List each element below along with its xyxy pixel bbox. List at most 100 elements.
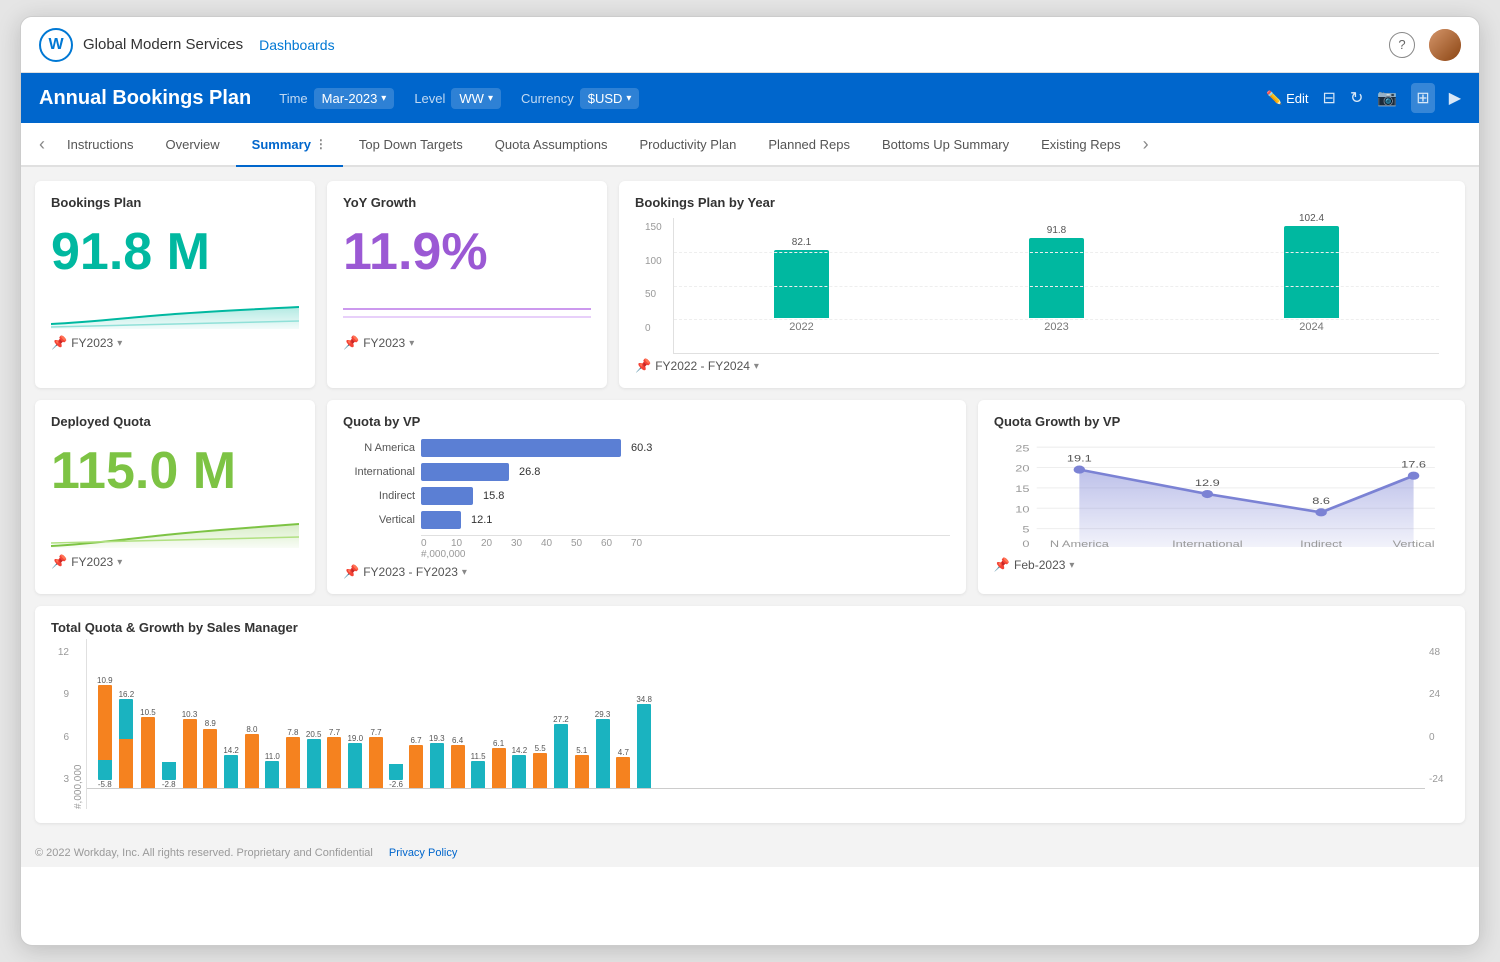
filter-chevron-icon3: ▾ <box>754 361 759 372</box>
bar-group-11b: 19.3 <box>429 734 445 789</box>
header-bar: Annual Bookings Plan Time Mar-2023 ▾ Lev… <box>21 73 1479 123</box>
bar-group-10: 7.7 <box>369 728 383 789</box>
bookings-by-year-chart: 150 100 50 0 82.1 <box>635 214 1449 354</box>
bar-group-6b: 14.2 <box>223 746 239 789</box>
quota-growth-card: Quota Growth by VP <box>978 400 1465 594</box>
level-value[interactable]: WW ▾ <box>451 88 501 109</box>
edit-pencil-icon: ✏️ <box>1266 90 1282 106</box>
total-quota-chart-wrapper: 12 9 6 3 #,000,000 10.9 <box>51 639 1449 809</box>
bar-group-11: 6.7 <box>409 736 423 789</box>
x-axis-unit: #,000,000 <box>421 549 950 560</box>
svg-text:19.1: 19.1 <box>1067 454 1092 464</box>
filter-icon[interactable]: ⊟ <box>1323 88 1336 108</box>
svg-text:17.6: 17.6 <box>1401 460 1426 470</box>
camera-icon[interactable]: 📷 <box>1377 88 1397 108</box>
time-chevron-icon: ▾ <box>381 93 386 104</box>
bookings-plan-filter[interactable]: 📌 FY2023 ▾ <box>51 335 299 351</box>
y-right-axis: 48 24 0 -24 <box>1425 639 1449 809</box>
bookings-plan-title: Bookings Plan <box>51 195 299 210</box>
bar-group-8: 7.8 <box>286 728 300 789</box>
bookings-by-year-title: Bookings Plan by Year <box>635 195 1449 210</box>
filter-chevron-icon4: ▾ <box>117 557 122 568</box>
deployed-quota-value: 115.0 M <box>51 433 299 508</box>
currency-chevron-icon: ▾ <box>626 93 631 104</box>
tab-next-arrow[interactable]: › <box>1137 134 1155 155</box>
bar-2023: 91.8 2023 <box>1029 225 1084 333</box>
y-left-unit: #,000,000 <box>73 639 84 809</box>
svg-text:25: 25 <box>1015 444 1029 454</box>
tab-existing-reps[interactable]: Existing Reps <box>1025 123 1136 167</box>
quota-by-vp-chart: N America 60.3 International 26.8 Indire… <box>343 433 950 560</box>
help-icon[interactable]: ? <box>1389 32 1415 58</box>
tab-instructions[interactable]: Instructions <box>51 123 149 167</box>
filter-pin-icon: 📌 <box>51 335 67 351</box>
tab-menu-icon[interactable]: ⋮ <box>315 137 327 151</box>
workday-logo: W <box>39 28 73 62</box>
deployed-quota-filter[interactable]: 📌 FY2023 ▾ <box>51 554 299 570</box>
tab-overview[interactable]: Overview <box>149 123 235 167</box>
bar-group-12b: 11.5 <box>471 752 486 789</box>
dashboards-link[interactable]: Dashboards <box>259 37 335 53</box>
bar-group-1: 10.9 -5.8 <box>97 676 113 789</box>
filter-chevron-icon2: ▾ <box>409 338 414 349</box>
tab-quota-assumptions[interactable]: Quota Assumptions <box>479 123 624 167</box>
quota-by-vp-filter[interactable]: 📌 FY2023 - FY2023 ▾ <box>343 564 950 580</box>
svg-text:8.6: 8.6 <box>1312 497 1330 507</box>
y-axis-labels: 150 100 50 0 <box>645 218 673 354</box>
quota-growth-filter[interactable]: 📌 Feb-2023 ▾ <box>994 557 1449 573</box>
grid-icon[interactable]: ⊞ <box>1411 83 1434 113</box>
tab-prev-arrow[interactable]: ‹ <box>33 134 51 155</box>
header-actions: ✏️ Edit ⊟ ↻ 📷 ⊞ ▶ <box>1266 83 1461 113</box>
tab-top-down[interactable]: Top Down Targets <box>343 123 479 167</box>
bar-group-5: 10.3 <box>182 710 198 789</box>
filter-pin-icon3: 📌 <box>635 358 651 374</box>
bar-group-14: 5.5 <box>533 744 547 789</box>
time-value[interactable]: Mar-2023 ▾ <box>314 88 395 109</box>
svg-text:20: 20 <box>1015 464 1029 474</box>
total-quota-card: Total Quota & Growth by Sales Manager 12… <box>35 606 1465 823</box>
svg-text:N America: N America <box>1050 540 1110 549</box>
nav-right: ? <box>1389 29 1461 61</box>
company-name: Global Modern Services <box>83 36 243 53</box>
bar-group-9b: 19.0 <box>347 734 363 789</box>
row-2: Deployed Quota 115.0 M <box>35 400 1465 594</box>
svg-text:15: 15 <box>1015 485 1029 495</box>
bar-group-8b: 20.5 <box>306 730 322 789</box>
tab-summary[interactable]: Summary ⋮ <box>236 123 343 167</box>
yoy-growth-card: YoY Growth 11.9% <box>327 181 607 388</box>
bar-groups: 82.1 2022 91.8 2023 102.4 2024 <box>673 218 1439 354</box>
level-chevron-icon: ▾ <box>488 93 493 104</box>
refresh-icon[interactable]: ↻ <box>1350 88 1363 108</box>
filter-pin-icon4: 📌 <box>51 554 67 570</box>
svg-text:0: 0 <box>1022 540 1029 549</box>
tab-bottoms-up[interactable]: Bottoms Up Summary <box>866 123 1025 167</box>
svg-text:5: 5 <box>1022 525 1029 535</box>
tab-planned-reps[interactable]: Planned Reps <box>752 123 866 167</box>
film-icon[interactable]: ▶ <box>1449 88 1461 108</box>
tab-productivity[interactable]: Productivity Plan <box>623 123 752 167</box>
row-1: Bookings Plan 91.8 M <box>35 181 1465 388</box>
avatar[interactable] <box>1429 29 1461 61</box>
quota-growth-chart: 25 20 15 10 5 0 <box>994 433 1449 553</box>
bar-group-7: 8.0 <box>245 725 259 789</box>
svg-text:Vertical: Vertical <box>1392 540 1434 549</box>
deployed-quota-card: Deployed Quota 115.0 M <box>35 400 315 594</box>
time-filter: Time Mar-2023 ▾ <box>279 88 394 109</box>
yoy-growth-title: YoY Growth <box>343 195 591 210</box>
privacy-policy-link[interactable]: Privacy Policy <box>389 847 457 859</box>
quota-by-vp-title: Quota by VP <box>343 414 950 429</box>
level-label: Level <box>414 91 445 106</box>
svg-text:International: International <box>1172 540 1242 549</box>
filter-chevron-icon6: ▾ <box>1069 560 1074 571</box>
deployed-quota-title: Deployed Quota <box>51 414 299 429</box>
svg-text:12.9: 12.9 <box>1195 478 1220 488</box>
x-axis: 0 10 20 30 40 50 60 70 <box>421 535 950 549</box>
bookings-by-year-filter[interactable]: 📌 FY2022 - FY2024 ▾ <box>635 358 1449 374</box>
bar-group-10b: -2.6 <box>389 764 403 789</box>
bar-group-13b: 14.2 <box>512 746 528 789</box>
edit-button[interactable]: ✏️ Edit <box>1266 90 1309 106</box>
total-quota-title: Total Quota & Growth by Sales Manager <box>51 620 1449 635</box>
yoy-growth-filter[interactable]: 📌 FY2023 ▾ <box>343 335 591 351</box>
level-filter: Level WW ▾ <box>414 88 501 109</box>
currency-value[interactable]: $USD ▾ <box>580 88 640 109</box>
